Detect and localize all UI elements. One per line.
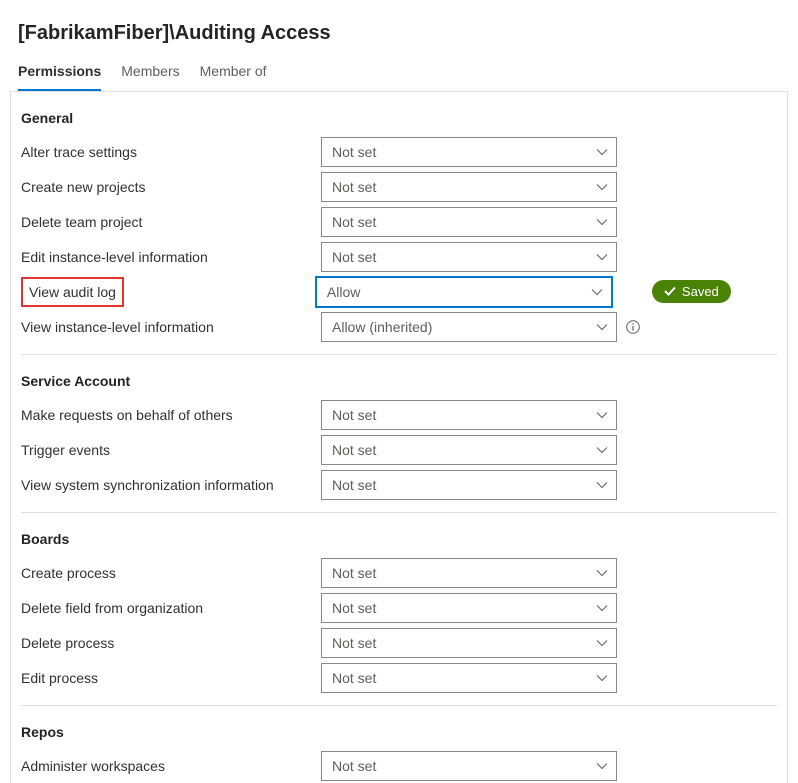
perm-label: Create process <box>21 559 321 587</box>
perm-label: Make requests on behalf of others <box>21 401 321 429</box>
perm-select[interactable]: Allow <box>316 277 612 307</box>
perm-label-view-audit-log: View audit log <box>21 277 124 307</box>
perm-select[interactable]: Not set <box>321 593 617 623</box>
tab-members[interactable]: Members <box>121 63 179 91</box>
chevron-down-icon <box>596 602 608 614</box>
chevron-down-icon <box>596 321 608 333</box>
perm-row: Make requests on behalf of others Not se… <box>11 397 787 432</box>
tabs: Permissions Members Member of <box>0 45 798 91</box>
chevron-down-icon <box>596 444 608 456</box>
perm-row: Edit process Not set <box>11 660 787 695</box>
perm-row: Administer workspaces Not set <box>11 748 787 783</box>
perm-select[interactable]: Allow (inherited) <box>321 312 617 342</box>
perm-select[interactable]: Not set <box>321 400 617 430</box>
perm-label: Administer workspaces <box>21 752 321 780</box>
perm-value: Not set <box>332 249 376 265</box>
perm-value: Not set <box>332 407 376 423</box>
section-title-service-account: Service Account <box>11 355 787 397</box>
perm-label: Edit process <box>21 664 321 692</box>
perm-row: Create new projects Not set <box>11 169 787 204</box>
perm-label: Edit instance-level information <box>21 243 321 271</box>
chevron-down-icon <box>596 479 608 491</box>
perm-select[interactable]: Not set <box>321 751 617 781</box>
perm-label: Alter trace settings <box>21 138 321 166</box>
perm-select[interactable]: Not set <box>321 663 617 693</box>
chevron-down-icon <box>596 216 608 228</box>
chevron-down-icon <box>596 409 608 421</box>
perm-select[interactable]: Not set <box>321 172 617 202</box>
perm-value: Not set <box>332 600 376 616</box>
perm-label: Delete field from organization <box>21 594 321 622</box>
perm-value: Not set <box>332 670 376 686</box>
perm-label: Create new projects <box>21 173 321 201</box>
perm-label: View system synchronization information <box>21 471 321 499</box>
perm-row: Delete process Not set <box>11 625 787 660</box>
perm-select[interactable]: Not set <box>321 137 617 167</box>
chevron-down-icon <box>596 672 608 684</box>
perm-row: Create process Not set <box>11 555 787 590</box>
tab-permissions[interactable]: Permissions <box>18 63 101 91</box>
permissions-panel: General Alter trace settings Not set Cre… <box>10 91 788 783</box>
perm-row: View system synchronization information … <box>11 467 787 502</box>
perm-label: Trigger events <box>21 436 321 464</box>
page-title: [FabrikamFiber]\Auditing Access <box>0 0 798 45</box>
chevron-down-icon <box>596 567 608 579</box>
perm-row: Edit instance-level information Not set <box>11 239 787 274</box>
perm-value: Allow <box>327 284 360 300</box>
perm-value: Not set <box>332 179 376 195</box>
perm-select[interactable]: Not set <box>321 207 617 237</box>
perm-value: Not set <box>332 214 376 230</box>
perm-value: Allow (inherited) <box>332 319 432 335</box>
perm-value: Not set <box>332 477 376 493</box>
section-title-repos: Repos <box>11 706 787 748</box>
perm-row: Delete field from organization Not set <box>11 590 787 625</box>
chevron-down-icon <box>591 286 603 298</box>
perm-value: Not set <box>332 635 376 651</box>
perm-label: Delete process <box>21 629 321 657</box>
perm-row: Trigger events Not set <box>11 432 787 467</box>
perm-label: Delete team project <box>21 208 321 236</box>
chevron-down-icon <box>596 181 608 193</box>
perm-select[interactable]: Not set <box>321 435 617 465</box>
perm-value: Not set <box>332 442 376 458</box>
perm-value: Not set <box>332 565 376 581</box>
status-badge: Saved <box>652 280 731 303</box>
chevron-down-icon <box>596 146 608 158</box>
perm-label: View instance-level information <box>21 313 321 341</box>
chevron-down-icon <box>596 760 608 772</box>
section-title-general: General <box>11 92 787 134</box>
chevron-down-icon <box>596 251 608 263</box>
status-text: Saved <box>682 284 719 299</box>
perm-row: Delete team project Not set <box>11 204 787 239</box>
perm-value: Not set <box>332 144 376 160</box>
perm-row: Alter trace settings Not set <box>11 134 787 169</box>
perm-select[interactable]: Not set <box>321 628 617 658</box>
check-icon <box>664 284 676 299</box>
section-title-boards: Boards <box>11 513 787 555</box>
perm-row: View audit log Allow Saved <box>11 274 787 309</box>
perm-select[interactable]: Not set <box>321 242 617 272</box>
chevron-down-icon <box>596 637 608 649</box>
info-icon[interactable] <box>625 319 641 335</box>
perm-select[interactable]: Not set <box>321 470 617 500</box>
tab-member-of[interactable]: Member of <box>200 63 267 91</box>
perm-value: Not set <box>332 758 376 774</box>
perm-select[interactable]: Not set <box>321 558 617 588</box>
perm-row: View instance-level information Allow (i… <box>11 309 787 344</box>
